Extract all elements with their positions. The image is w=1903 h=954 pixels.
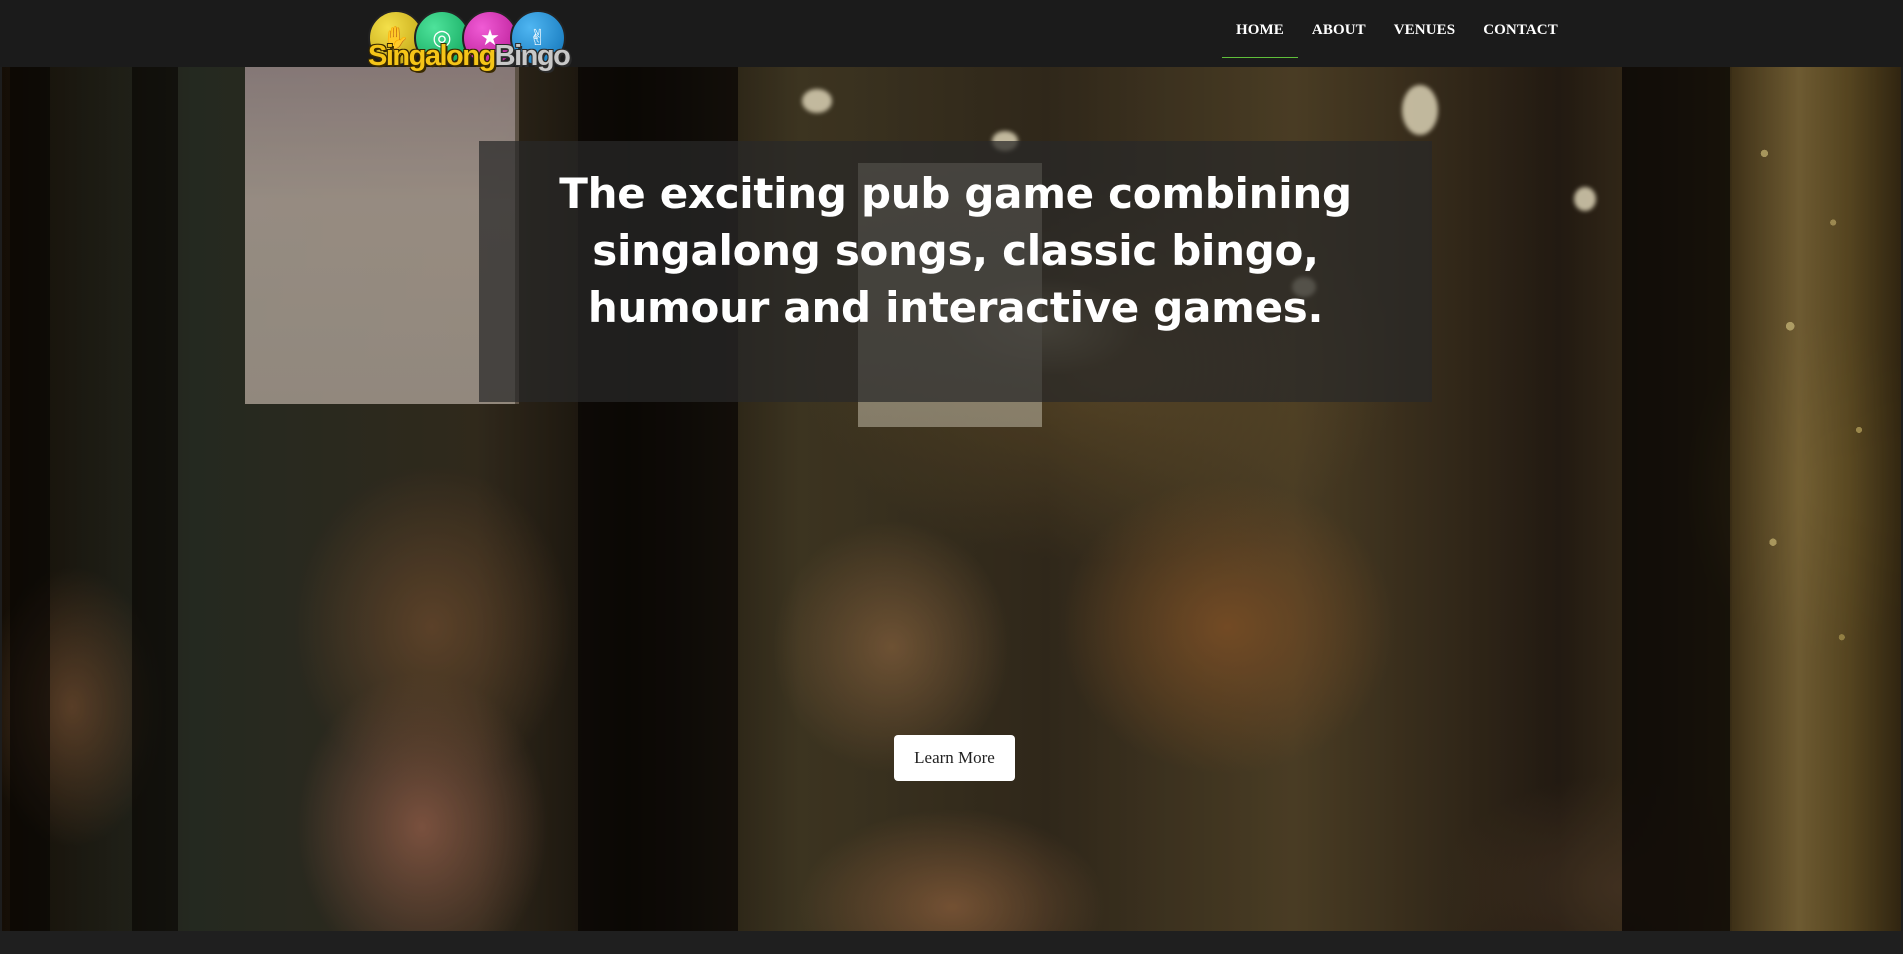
nav-link-home[interactable]: HOME: [1222, 0, 1298, 60]
nav-link-venues[interactable]: VENUES: [1380, 0, 1469, 60]
nav-link-contact[interactable]: CONTACT: [1469, 0, 1572, 60]
logo-word-singalong: Singalong: [368, 40, 496, 72]
hero-section: The exciting pub game combining singalon…: [2, 67, 1901, 931]
nav-link-about[interactable]: ABOUT: [1298, 0, 1380, 60]
learn-more-button[interactable]: Learn More: [894, 735, 1015, 781]
hero-headline: The exciting pub game combining singalon…: [559, 169, 1352, 332]
headline-panel: The exciting pub game combining singalon…: [479, 141, 1432, 402]
logo-word-bingo: Bingo: [494, 40, 571, 72]
top-nav-bar: ✋ ◎ ★ ✌ SingalongBingo HOME ABOUT VENUES…: [0, 0, 1903, 71]
singalong-bingo-logo[interactable]: ✋ ◎ ★ ✌ SingalongBingo: [368, 6, 571, 78]
main-navigation: HOME ABOUT VENUES CONTACT: [1222, 0, 1572, 60]
logo-wordmark: SingalongBingo: [368, 40, 571, 72]
page-footer-strip: [0, 931, 1903, 954]
